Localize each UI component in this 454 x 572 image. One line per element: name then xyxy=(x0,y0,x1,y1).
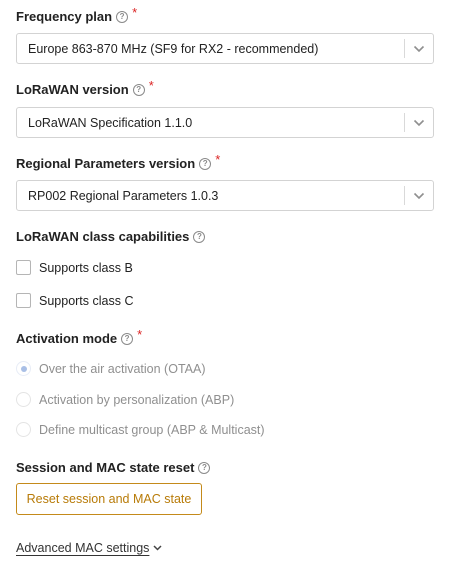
multicast-label[interactable]: Define multicast group (ABP & Multicast) xyxy=(39,423,265,437)
help-icon[interactable]: ? xyxy=(198,461,211,474)
frequency-plan-select[interactable]: Europe 863-870 MHz (SF9 for RX2 - recomm… xyxy=(16,33,434,64)
help-icon[interactable]: ? xyxy=(199,157,212,170)
session-reset-label: Session and MAC state reset ? xyxy=(16,460,211,475)
help-icon[interactable]: ? xyxy=(116,10,129,23)
class-b-checkbox[interactable] xyxy=(16,260,31,275)
lorawan-version-label-text: LoRaWAN version xyxy=(16,82,129,97)
otaa-radio[interactable] xyxy=(16,361,31,376)
abp-radio[interactable] xyxy=(16,392,31,407)
frequency-plan-label-text: Frequency plan xyxy=(16,9,113,24)
multicast-radio-row[interactable]: Define multicast group (ABP & Multicast) xyxy=(16,422,265,437)
help-icon[interactable]: ? xyxy=(193,230,206,243)
lorawan-version-value: LoRaWAN Specification 1.1.0 xyxy=(28,115,193,130)
otaa-radio-row[interactable]: Over the air activation (OTAA) xyxy=(16,361,206,376)
regional-parameters-select[interactable]: RP002 Regional Parameters 1.0.3 xyxy=(16,180,434,211)
frequency-plan-value: Europe 863-870 MHz (SF9 for RX2 - recomm… xyxy=(28,41,319,56)
chevron-down-icon[interactable] xyxy=(405,192,433,200)
multicast-radio[interactable] xyxy=(16,422,31,437)
otaa-label[interactable]: Over the air activation (OTAA) xyxy=(39,362,206,376)
class-b-checkbox-row[interactable]: Supports class B xyxy=(16,260,133,275)
regional-parameters-value: RP002 Regional Parameters 1.0.3 xyxy=(28,188,219,203)
help-icon[interactable]: ? xyxy=(132,83,145,96)
class-c-checkbox[interactable] xyxy=(16,293,31,308)
class-capabilities-label: LoRaWAN class capabilities ? xyxy=(16,229,206,244)
lorawan-version-select[interactable]: LoRaWAN Specification 1.1.0 xyxy=(16,107,434,138)
chevron-down-icon[interactable] xyxy=(153,545,162,551)
chevron-down-icon[interactable] xyxy=(405,119,433,127)
regional-parameters-label-text: Regional Parameters version xyxy=(16,156,196,171)
abp-label[interactable]: Activation by personalization (ABP) xyxy=(39,393,234,407)
help-icon[interactable]: ? xyxy=(121,332,134,345)
chevron-down-icon[interactable] xyxy=(405,45,433,53)
class-b-label[interactable]: Supports class B xyxy=(39,261,133,275)
advanced-mac-settings-label[interactable]: Advanced MAC settings xyxy=(16,541,149,555)
required-asterisk: * xyxy=(132,5,138,20)
required-asterisk: * xyxy=(148,78,154,93)
reset-session-button[interactable]: Reset session and MAC state xyxy=(16,483,202,515)
required-asterisk: * xyxy=(137,327,143,342)
activation-mode-label: Activation mode ? * xyxy=(16,327,142,346)
lorawan-version-label: LoRaWAN version ? * xyxy=(16,78,154,97)
class-c-label[interactable]: Supports class C xyxy=(39,294,133,308)
session-reset-label-text: Session and MAC state reset xyxy=(16,460,195,475)
required-asterisk: * xyxy=(215,152,221,167)
frequency-plan-label: Frequency plan ? * xyxy=(16,5,137,24)
class-capabilities-label-text: LoRaWAN class capabilities xyxy=(16,229,190,244)
radio-selected-dot xyxy=(20,365,27,372)
regional-parameters-label: Regional Parameters version ? * xyxy=(16,152,220,171)
class-c-checkbox-row[interactable]: Supports class C xyxy=(16,293,133,308)
activation-mode-label-text: Activation mode xyxy=(16,331,118,346)
abp-radio-row[interactable]: Activation by personalization (ABP) xyxy=(16,392,234,407)
advanced-mac-settings-toggle[interactable]: Advanced MAC settings xyxy=(16,541,162,555)
